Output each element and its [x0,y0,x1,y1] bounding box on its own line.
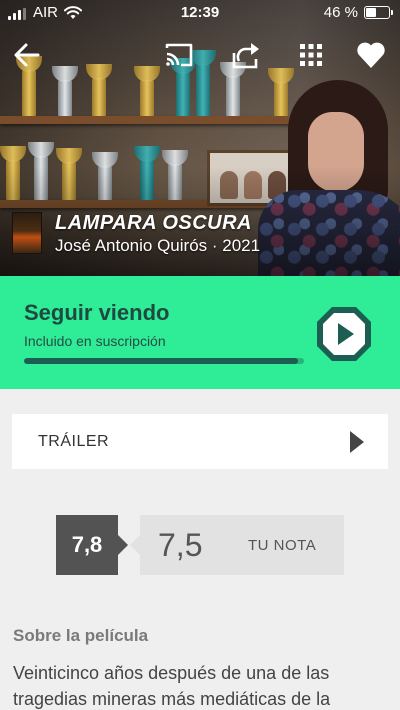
progress-bar [24,358,304,364]
share-icon [232,43,259,69]
movie-poster-thumbnail[interactable] [12,212,42,254]
my-rating-label: TU NOTA [248,537,317,554]
trophy [220,62,246,116]
trophy [190,50,216,116]
my-rating-value: 7,5 [158,527,203,563]
about-description: Veinticinco años después de una de las t… [13,663,331,709]
status-bar: AIR 12:39 46 % [0,0,400,26]
trophy [170,58,196,116]
progress-bar-fill [24,358,299,364]
trophy [86,64,112,116]
battery-icon [364,6,393,19]
favorite-button[interactable] [354,38,388,72]
continue-watching-subtitle: Incluido en suscripción [24,333,166,349]
average-rating-value: 7,8 [71,532,103,557]
cast-button[interactable] [162,38,196,72]
arrow-left-icon [14,43,40,67]
play-triangle-icon [350,430,364,453]
average-rating: 7,8 [56,515,128,575]
menu-grid-button[interactable] [294,38,328,72]
continue-watching-title: Seguir viendo [24,300,170,325]
trophy [134,66,160,116]
trophy [16,56,42,116]
trophy [52,66,78,116]
about-section-title: Sobre la película [13,626,149,645]
movie-title: LAMPARA OSCURA [55,212,252,234]
cast-icon [165,43,193,67]
heart-icon [357,42,385,68]
back-button[interactable] [10,38,44,72]
grid-icon [300,44,322,66]
play-button[interactable] [314,304,374,364]
battery-percent: 46 % [323,4,358,21]
my-rating-button[interactable]: 7,5 TU NOTA [130,515,344,575]
trailer-label: TRÁILER [38,432,110,450]
continue-watching-panel[interactable]: Seguir viendo Incluido en suscripción [0,276,400,389]
shelf-top [0,116,300,124]
movie-director-year: José Antonio Quirós · 2021 [55,236,261,255]
share-button[interactable] [230,38,264,72]
trailer-button[interactable]: TRÁILER [12,414,388,469]
